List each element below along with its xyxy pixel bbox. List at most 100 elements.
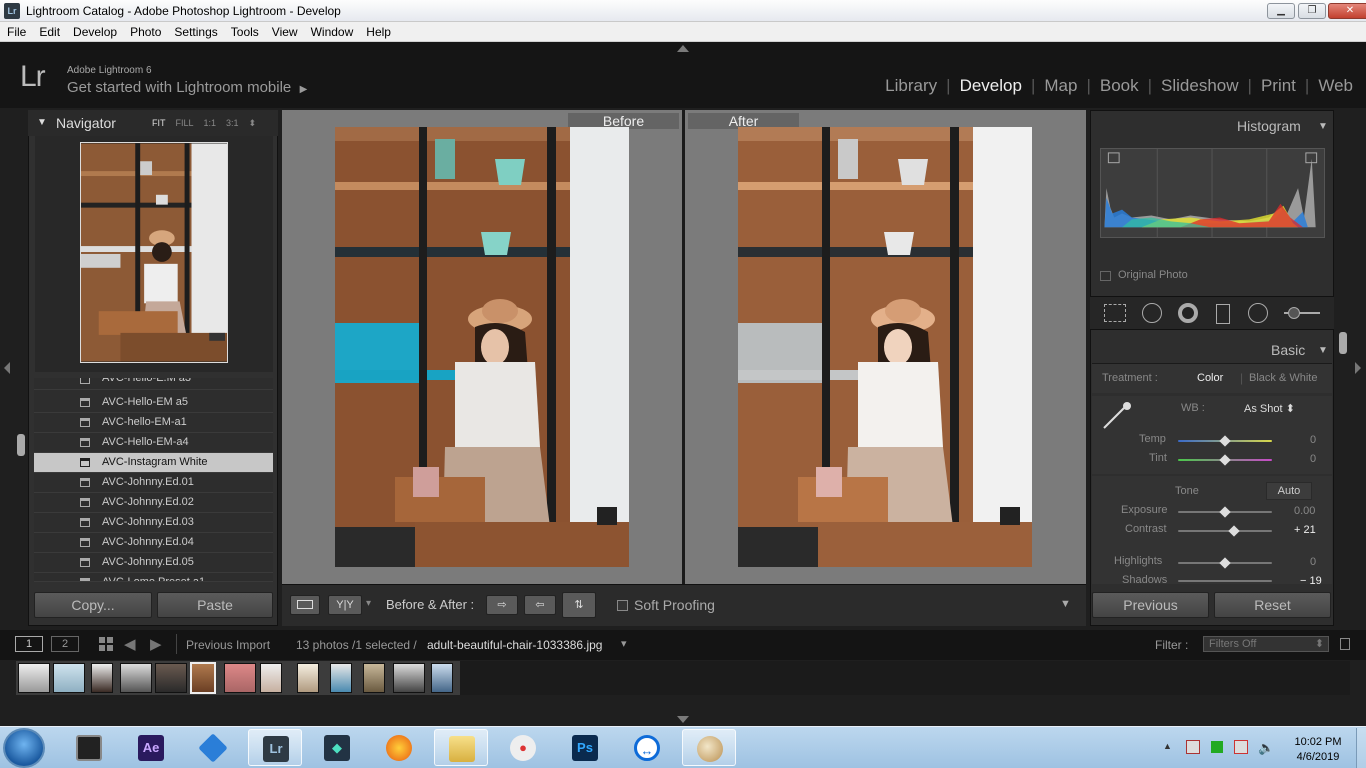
filmstrip-thumb-8[interactable] — [260, 663, 282, 693]
filmstrip-lock-icon[interactable] — [1340, 638, 1350, 650]
preset-item[interactable]: AVC-Hello-EM-a4 — [34, 433, 273, 453]
taskbar-after-effects[interactable]: Ae — [124, 729, 178, 766]
show-hidden-icons-icon[interactable]: ▲ — [1163, 741, 1172, 751]
navigator-header[interactable]: ▼ Navigator FIT FILL 1:1 3:1 ⬍ — [28, 110, 278, 136]
collapse-bottom-arrow-icon[interactable] — [677, 716, 689, 723]
wb-select[interactable]: As Shot ⬍ — [1244, 402, 1295, 415]
menu-tools[interactable]: Tools — [224, 22, 265, 40]
toolbar-options-chevron-icon[interactable]: ▼ — [1060, 598, 1071, 610]
before-after-view-button[interactable]: Y|Y — [328, 595, 362, 615]
contrast-value[interactable]: + 21 — [1294, 524, 1316, 536]
module-print[interactable]: Print — [1252, 76, 1305, 95]
copy-after-to-before-button[interactable]: ⇦ — [524, 595, 556, 615]
reset-button[interactable]: Reset — [1214, 592, 1331, 618]
filmstrip-thumb-3[interactable] — [91, 663, 113, 693]
taskbar-recorder[interactable]: ● — [496, 729, 550, 766]
close-button[interactable]: ✕ — [1328, 3, 1366, 19]
temp-value[interactable]: 0 — [1310, 434, 1316, 446]
filmstrip-thumb-6-selected[interactable] — [190, 662, 216, 694]
taskbar-explorer[interactable] — [434, 729, 488, 766]
view-mode-caret-icon[interactable]: ▾ — [366, 598, 371, 609]
preset-item[interactable]: AVC-hello-EM-a1 — [34, 413, 273, 433]
filmstrip-thumb-5[interactable] — [155, 663, 187, 693]
collapse-left-arrow-icon[interactable] — [4, 362, 10, 374]
preset-item[interactable]: AVC-Johnny.Ed.05 — [34, 553, 273, 573]
preset-item[interactable]: AVC-Johnny.Ed.01 — [34, 473, 273, 493]
graduated-filter-icon[interactable] — [1216, 304, 1230, 324]
menu-edit[interactable]: Edit — [32, 22, 66, 40]
copy-before-to-after-button[interactable]: ⇨ — [486, 595, 518, 615]
current-filename[interactable]: adult-beautiful-chair-1033386.jpg — [427, 638, 602, 652]
filmstrip-source[interactable]: Previous Import — [186, 638, 270, 652]
tray-green-icon[interactable] — [1211, 741, 1223, 753]
swap-before-after-button[interactable]: ⇅ — [562, 592, 596, 618]
paste-settings-button[interactable]: Paste — [157, 592, 273, 618]
preset-item[interactable]: AVC-Instagram White — [34, 453, 273, 473]
nav-back-icon[interactable]: ◀ — [124, 635, 136, 653]
minimize-button[interactable]: ▁ — [1267, 3, 1295, 19]
primary-window-button[interactable]: 1 — [15, 636, 43, 652]
treatment-color-option[interactable]: Color — [1197, 372, 1223, 384]
module-web[interactable]: Web — [1309, 76, 1362, 95]
module-develop[interactable]: Develop — [951, 76, 1031, 95]
right-panel-scrollbar[interactable] — [1339, 332, 1347, 354]
filename-caret-icon[interactable]: ▾ — [621, 637, 627, 650]
preset-item[interactable]: AVC-Hello-E.M a3 — [34, 378, 273, 390]
mobile-promo-link[interactable]: Get started with Lightroom mobile ▶ — [67, 79, 307, 96]
spot-removal-icon[interactable] — [1142, 303, 1162, 323]
taskbar-kodi-app[interactable] — [186, 729, 240, 766]
taskbar-teamviewer[interactable]: ↔ — [620, 729, 674, 766]
taskbar-firefox[interactable] — [372, 729, 426, 766]
filmstrip-thumb-2[interactable] — [53, 663, 85, 693]
original-photo-checkbox[interactable] — [1100, 271, 1111, 281]
maximize-button[interactable]: ❐ — [1298, 3, 1326, 19]
filmstrip-thumb-4[interactable] — [120, 663, 152, 693]
zoom-3-1[interactable]: 3:1 — [226, 118, 239, 128]
taskbar-video-app[interactable] — [62, 729, 116, 766]
network-warning-icon[interactable] — [1186, 740, 1200, 754]
menu-help[interactable]: Help — [359, 22, 397, 40]
soft-proofing-checkbox[interactable] — [617, 600, 628, 611]
before-photo[interactable] — [335, 127, 629, 567]
basic-collapse-icon[interactable]: ▼ — [1318, 345, 1328, 356]
shadows-slider-track[interactable] — [1178, 580, 1272, 582]
module-map[interactable]: Map — [1035, 76, 1086, 95]
eyedropper-icon[interactable] — [1100, 400, 1136, 432]
taskbar-paint[interactable] — [682, 729, 736, 766]
zoom-fit[interactable]: FIT — [152, 118, 166, 128]
disclosure-triangle-icon[interactable]: ▼ — [37, 117, 47, 128]
menu-develop[interactable]: Develop — [66, 22, 123, 40]
filmstrip-thumb-13[interactable] — [431, 663, 453, 693]
module-book[interactable]: Book — [1091, 76, 1148, 95]
zoom-1-1[interactable]: 1:1 — [204, 118, 217, 128]
taskbar-photoshop[interactable]: Ps — [558, 729, 612, 766]
preset-item[interactable]: AVC-Lomo Preset a1 — [34, 573, 273, 582]
filmstrip-thumb-10[interactable] — [330, 663, 352, 693]
treatment-bw-option[interactable]: Black & White — [1249, 372, 1317, 384]
menu-photo[interactable]: Photo — [123, 22, 167, 40]
system-clock[interactable]: 10:02 PM 4/6/2019 — [1284, 735, 1352, 765]
taskbar-lightroom[interactable]: Lr — [248, 729, 302, 766]
action-center-icon[interactable] — [1234, 740, 1248, 754]
grid-view-icon[interactable] — [99, 637, 115, 651]
previous-button[interactable]: Previous — [1092, 592, 1209, 618]
collapse-top-arrow-icon[interactable] — [677, 45, 689, 52]
menu-settings[interactable]: Settings — [167, 22, 223, 40]
collapse-right-arrow-icon[interactable] — [1355, 362, 1361, 374]
basic-panel-title[interactable]: Basic — [1271, 342, 1305, 358]
contrast-slider-track[interactable] — [1178, 530, 1272, 532]
preset-item[interactable]: AVC-Johnny.Ed.03 — [34, 513, 273, 533]
histogram-title[interactable]: Histogram — [1237, 118, 1301, 134]
radial-filter-icon[interactable] — [1248, 303, 1268, 323]
navigator-preview-image[interactable] — [80, 142, 228, 363]
menu-window[interactable]: Window — [304, 22, 360, 40]
shadows-value[interactable]: − 19 — [1300, 575, 1322, 584]
volume-icon[interactable]: 🔈 — [1258, 740, 1274, 756]
filmstrip-thumb-9[interactable] — [297, 663, 319, 693]
filmstrip-thumb-12[interactable] — [393, 663, 425, 693]
nav-forward-icon[interactable]: ▶ — [150, 635, 162, 653]
histogram-collapse-icon[interactable]: ▼ — [1318, 121, 1328, 132]
zoom-fill[interactable]: FILL — [176, 118, 194, 128]
red-eye-icon[interactable] — [1178, 303, 1198, 323]
loupe-view-button[interactable] — [290, 595, 320, 615]
